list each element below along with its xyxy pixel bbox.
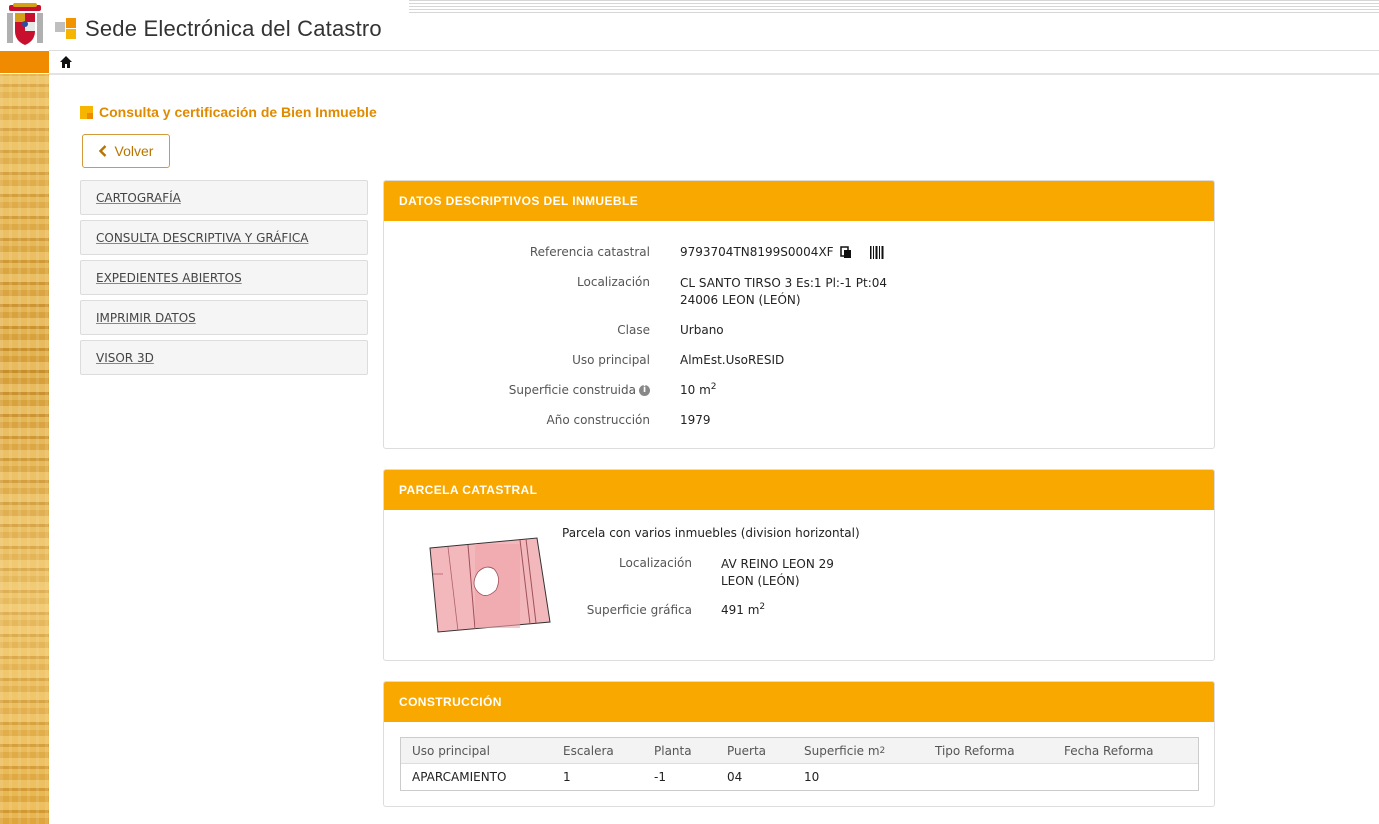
table-header: Uso principal Escalera Planta Puerta Sup… <box>401 738 1198 764</box>
parcel-map-thumbnail[interactable] <box>428 534 558 634</box>
localizacion-label: Localización <box>577 275 650 289</box>
square-bullet-icon <box>80 105 93 119</box>
parcela-superficie-label: Superficie gráfica <box>586 603 692 617</box>
column-header[interactable]: Tipo Reforma <box>924 738 1053 763</box>
sidebar-item-cartografia[interactable]: CARTOGRAFÍA <box>80 180 368 215</box>
anio-construccion-label: Año construcción <box>546 413 651 427</box>
sidebar-item-imprimir[interactable]: IMPRIMIR DATOS <box>80 300 368 335</box>
page-title: Consulta y certificación de Bien Inmuebl… <box>99 104 377 120</box>
parcela-catastral-panel: PARCELA CATASTRAL Parcela con varios inm… <box>383 469 1215 661</box>
sidebar-item-consulta[interactable]: CONSULTA DESCRIPTIVA Y GRÁFICA <box>80 220 368 255</box>
superficie-label: Superficie construida <box>508 383 636 397</box>
column-header-label: Superficie m <box>804 743 880 758</box>
column-header-superficie[interactable]: Superficie m2 <box>793 738 924 763</box>
parcela-localizacion-line2: LEON (LEÓN) <box>721 574 800 588</box>
table-cell: 10 <box>804 770 820 784</box>
superficie-value: 10 m <box>680 383 711 397</box>
column-header[interactable]: Planta <box>643 738 716 763</box>
parcela-superficie-unit-exponent: 2 <box>759 602 766 612</box>
parcela-localizacion-line1: AV REINO LEON 29 <box>721 557 834 571</box>
table-cell: -1 <box>654 770 666 784</box>
parcela-localizacion-value: AV REINO LEON 29 LEON (LEÓN) <box>721 556 834 590</box>
panel-title: CONSTRUCCIÓN <box>384 682 1214 722</box>
uso-principal-label: Uso principal <box>572 353 650 367</box>
back-button[interactable]: Volver <box>82 134 170 168</box>
table-cell <box>924 764 1053 790</box>
localizacion-value: CL SANTO TIRSO 3 Es:1 Pl:-1 Pt:04 24006 … <box>680 275 887 309</box>
sidebar-item-label[interactable]: IMPRIMIR DATOS <box>96 311 196 325</box>
page-heading: Consulta y certificación de Bien Inmuebl… <box>80 104 377 120</box>
nav-bar <box>49 51 1379 75</box>
column-header-unit-exponent: 2 <box>879 745 886 756</box>
localizacion-line2: 24006 LEON (LEÓN) <box>680 293 801 307</box>
catastro-logo-icon[interactable] <box>55 18 77 42</box>
table-cell: 1 <box>563 770 571 784</box>
info-icon[interactable]: i <box>639 385 650 396</box>
sidebar-item-label[interactable]: CARTOGRAFÍA <box>96 191 181 205</box>
sidebar-item-expedientes[interactable]: EXPEDIENTES ABIERTOS <box>80 260 368 295</box>
chevron-left-icon <box>98 145 106 157</box>
datos-descriptivos-panel: DATOS DESCRIPTIVOS DEL INMUEBLE Referenc… <box>383 180 1215 449</box>
header-stripes <box>409 0 1379 13</box>
ref-catastral-label: Referencia catastral <box>529 245 650 259</box>
uso-principal-value: AlmEst.UsoRESID <box>680 353 785 367</box>
sidebar-menu: CARTOGRAFÍA CONSULTA DESCRIPTIVA Y GRÁFI… <box>80 180 368 380</box>
sidebar-item-label[interactable]: CONSULTA DESCRIPTIVA Y GRÁFICA <box>96 231 308 245</box>
construccion-panel: CONSTRUCCIÓN Uso principal Escalera Plan… <box>383 681 1215 807</box>
sidebar-item-label[interactable]: EXPEDIENTES ABIERTOS <box>96 271 242 285</box>
clase-label: Clase <box>617 323 650 337</box>
nav-orange-block <box>0 51 49 73</box>
table-cell: 04 <box>727 770 743 784</box>
table-cell: APARCAMIENTO <box>412 770 507 784</box>
column-header[interactable]: Uso principal <box>401 738 552 763</box>
ref-catastral-row: 9793704TN8199S0004XF <box>680 245 884 259</box>
city-photo-strip <box>0 74 49 824</box>
table-row: APARCAMIENTO 1 -1 04 10 <box>401 764 1198 790</box>
superficie-unit-exponent: 2 <box>710 382 717 392</box>
column-header[interactable]: Fecha Reforma <box>1053 738 1198 763</box>
barcode-icon[interactable] <box>869 245 884 259</box>
anio-construccion-value: 1979 <box>680 413 711 427</box>
sidebar-item-label[interactable]: VISOR 3D <box>96 351 154 365</box>
crest-icon <box>0 0 49 50</box>
column-header[interactable]: Escalera <box>552 738 643 763</box>
sidebar-item-visor-3d[interactable]: VISOR 3D <box>80 340 368 375</box>
parcela-superficie-value: 491 m <box>721 603 760 617</box>
table-cell <box>1053 764 1198 790</box>
parcela-localizacion-label: Localización <box>619 556 692 570</box>
ref-catastral-value: 9793704TN8199S0004XF <box>680 245 834 259</box>
construccion-table: Uso principal Escalera Planta Puerta Sup… <box>400 737 1199 791</box>
back-button-label: Volver <box>114 143 154 159</box>
panel-title: PARCELA CATASTRAL <box>384 470 1214 510</box>
panel-title: DATOS DESCRIPTIVOS DEL INMUEBLE <box>384 181 1214 221</box>
home-icon[interactable] <box>59 55 73 69</box>
superficie-label-row: Superficie construida i <box>400 383 650 397</box>
left-decorative-strip <box>0 0 49 824</box>
copy-icon[interactable] <box>839 245 852 259</box>
column-header[interactable]: Puerta <box>716 738 793 763</box>
site-title[interactable]: Sede Electrónica del Catastro <box>85 16 382 42</box>
localizacion-line1: CL SANTO TIRSO 3 Es:1 Pl:-1 Pt:04 <box>680 276 887 290</box>
parcela-description: Parcela con varios inmuebles (division h… <box>562 526 860 540</box>
parcela-superficie-row: 491 m2 <box>721 602 765 617</box>
clase-value: Urbano <box>680 323 724 337</box>
site-header: Sede Electrónica del Catastro <box>49 0 1379 51</box>
superficie-value-row: 10 m2 <box>680 382 717 397</box>
